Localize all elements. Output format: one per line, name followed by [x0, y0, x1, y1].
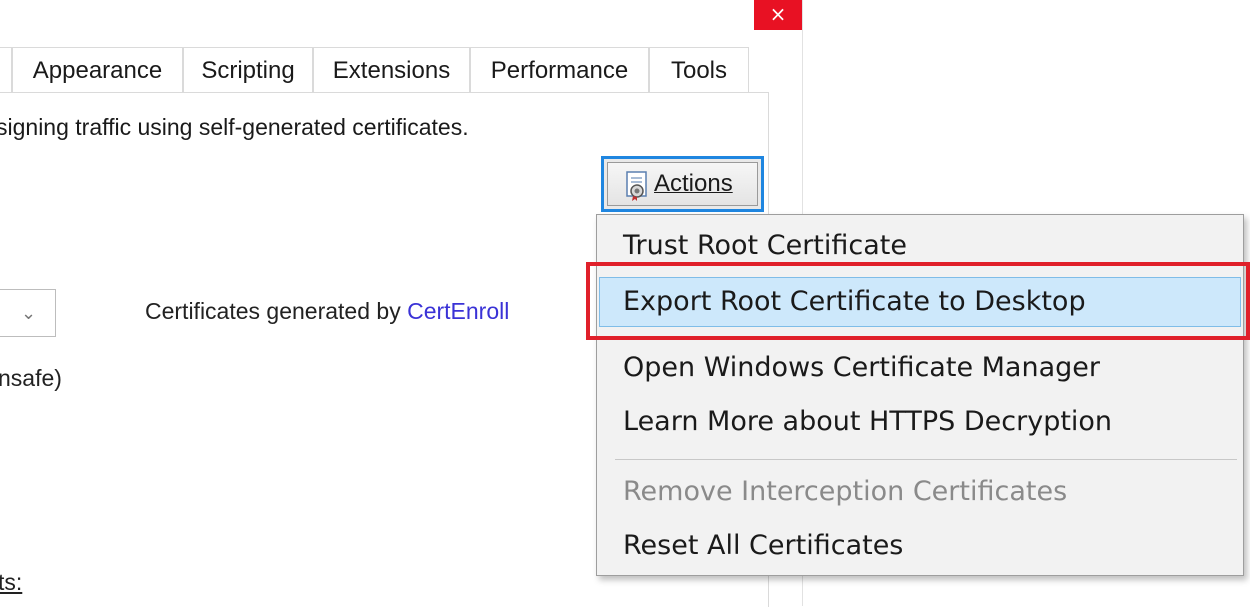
menu-item-reset-all-certificates[interactable]: Reset All Certificates — [599, 521, 1241, 571]
annotation-highlight-box — [586, 262, 1250, 340]
actions-button[interactable]: Actions — [601, 156, 764, 212]
tab-https[interactable] — [0, 47, 12, 93]
certenroll-link[interactable]: CertEnroll — [407, 298, 509, 324]
lists-label: ts: — [0, 569, 23, 595]
certificate-icon — [626, 171, 647, 201]
chevron-down-icon: ⌄ — [21, 303, 37, 323]
tab-tools[interactable]: Tools — [649, 47, 749, 93]
tab-extensions[interactable]: Extensions — [313, 47, 470, 93]
tab-appearance[interactable]: Appearance — [12, 47, 183, 93]
actions-button-face: Actions — [607, 162, 758, 206]
unsafe-option-text: nsafe) — [0, 365, 62, 391]
menu-separator — [615, 459, 1237, 460]
tab-performance[interactable]: Performance — [470, 47, 649, 93]
close-button[interactable]: × — [754, 0, 802, 30]
tab-scripting[interactable]: Scripting — [183, 47, 313, 93]
close-icon: × — [769, 2, 787, 26]
menu-item-remove-interception-certificates: Remove Interception Certificates — [623, 476, 1068, 507]
https-description: signing traffic using self-generated cer… — [0, 114, 469, 140]
actions-button-label: Actions — [654, 170, 733, 197]
menu-item-open-certificate-manager[interactable]: Open Windows Certificate Manager — [599, 343, 1241, 393]
certificate-generator-text: Certificates generated by CertEnroll — [145, 298, 509, 325]
menu-item-learn-https-decryption[interactable]: Learn More about HTTPS Decryption — [599, 397, 1241, 447]
title-bar: × — [0, 0, 802, 36]
tab-strip: Appearance Scripting Extensions Performa… — [0, 47, 802, 93]
certificate-generator-dropdown[interactable]: ⌄ — [0, 289, 56, 337]
certificate-generator-label: Certificates generated by — [145, 298, 408, 324]
